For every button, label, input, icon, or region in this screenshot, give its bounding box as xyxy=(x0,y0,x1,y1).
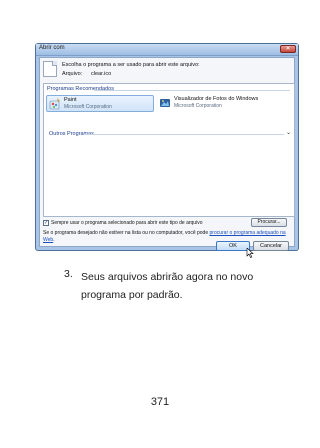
dialog-titlebar: Abrir com ✕ xyxy=(36,44,298,56)
hint-sentence: Se o programa desejado não estiver na li… xyxy=(43,230,210,236)
dialog-prompt: Escolha o programa a ser usado para abri… xyxy=(62,62,200,68)
paint-icon xyxy=(49,98,60,110)
program-name: Paint xyxy=(64,97,77,103)
program-list: Programas Recomendados Paint Microsoft C… xyxy=(43,83,295,217)
program-vendor: Microsoft Corporation xyxy=(64,104,112,110)
browse-button[interactable]: Procurar... xyxy=(251,218,287,227)
always-use-label: Sempre usar o programa selecionado para … xyxy=(51,220,203,226)
close-button[interactable]: ✕ xyxy=(280,45,296,53)
program-vendor: Microsoft Corporation xyxy=(174,103,222,109)
cancel-button[interactable]: Cancelar xyxy=(253,241,289,251)
mouse-cursor-icon xyxy=(246,248,254,258)
group-divider xyxy=(94,90,290,91)
photo-viewer-icon xyxy=(160,99,170,107)
dialog-title: Abrir com xyxy=(39,45,65,51)
page-number: 371 xyxy=(150,396,170,408)
dialog-body: Escolha o programa a ser usado para abri… xyxy=(39,57,295,258)
file-name: clear.ico xyxy=(91,71,112,77)
hint-end: . xyxy=(53,236,55,243)
open-with-dialog: Abrir com ✕ Escolha o programa a ser usa… xyxy=(35,43,299,258)
chevron-down-icon[interactable]: ⌄ xyxy=(286,129,291,136)
list-item-number: 3. xyxy=(64,268,73,280)
program-item-photo-viewer[interactable]: Visualizador de Fotos do Windows Microso… xyxy=(157,95,277,112)
group-divider xyxy=(84,134,284,135)
program-name: Visualizador de Fotos do Windows xyxy=(174,96,259,102)
file-icon xyxy=(43,61,57,77)
list-item-text: Seus arquivos abrirão agora no novo prog… xyxy=(81,271,254,301)
program-item-paint[interactable]: Paint Microsoft Corporation xyxy=(46,95,154,112)
ok-button[interactable]: OK xyxy=(216,241,250,251)
recommended-programs-header: Programas Recomendados xyxy=(47,86,114,92)
always-use-checkbox[interactable]: ✓ xyxy=(43,220,49,226)
file-label: Arquivo: xyxy=(62,71,83,77)
